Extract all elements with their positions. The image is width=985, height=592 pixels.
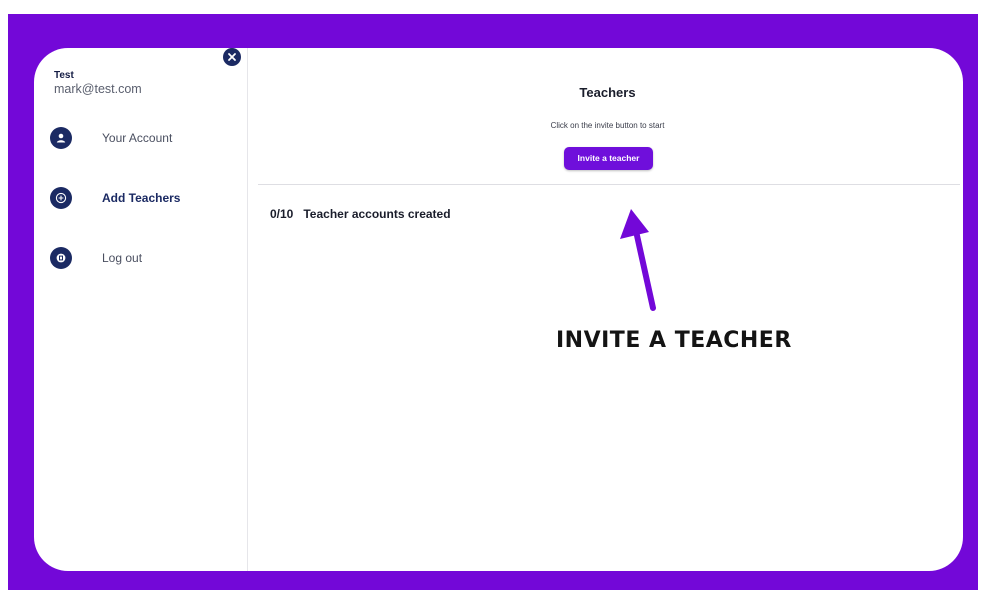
user-email: mark@test.com (54, 82, 142, 96)
invite-teacher-button[interactable]: Invite a teacher (564, 147, 653, 170)
sidebar-item-log-out[interactable]: Log out (50, 247, 230, 273)
user-name: Test (54, 70, 74, 81)
page-subtitle: Click on the invite button to start (550, 121, 665, 130)
close-sidebar-button[interactable] (223, 48, 241, 66)
teacher-count: 0/10 (270, 207, 294, 221)
sidebar-item-add-teachers[interactable]: Add Teachers (50, 187, 230, 213)
annotation-label: INVITE A TEACHER (556, 328, 792, 353)
teacher-count-label: Teacher accounts created (303, 207, 451, 221)
sidebar-item-your-account[interactable]: Your Account (50, 127, 230, 153)
annotation-arrow-icon (620, 209, 656, 311)
teacher-count-row: 0/10 Teacher accounts created (270, 207, 451, 221)
sidebar-item-label: Your Account (102, 131, 173, 145)
logout-icon (50, 247, 72, 269)
page-title: Teachers (579, 85, 636, 100)
divider (258, 184, 960, 185)
sidebar-item-label: Log out (102, 251, 143, 265)
close-icon (228, 53, 236, 61)
sidebar-item-label: Add Teachers (102, 191, 181, 205)
plus-circle-icon (50, 187, 72, 209)
user-icon (50, 127, 72, 149)
sidebar: Test mark@test.com Your Account Add Teac… (34, 48, 248, 571)
